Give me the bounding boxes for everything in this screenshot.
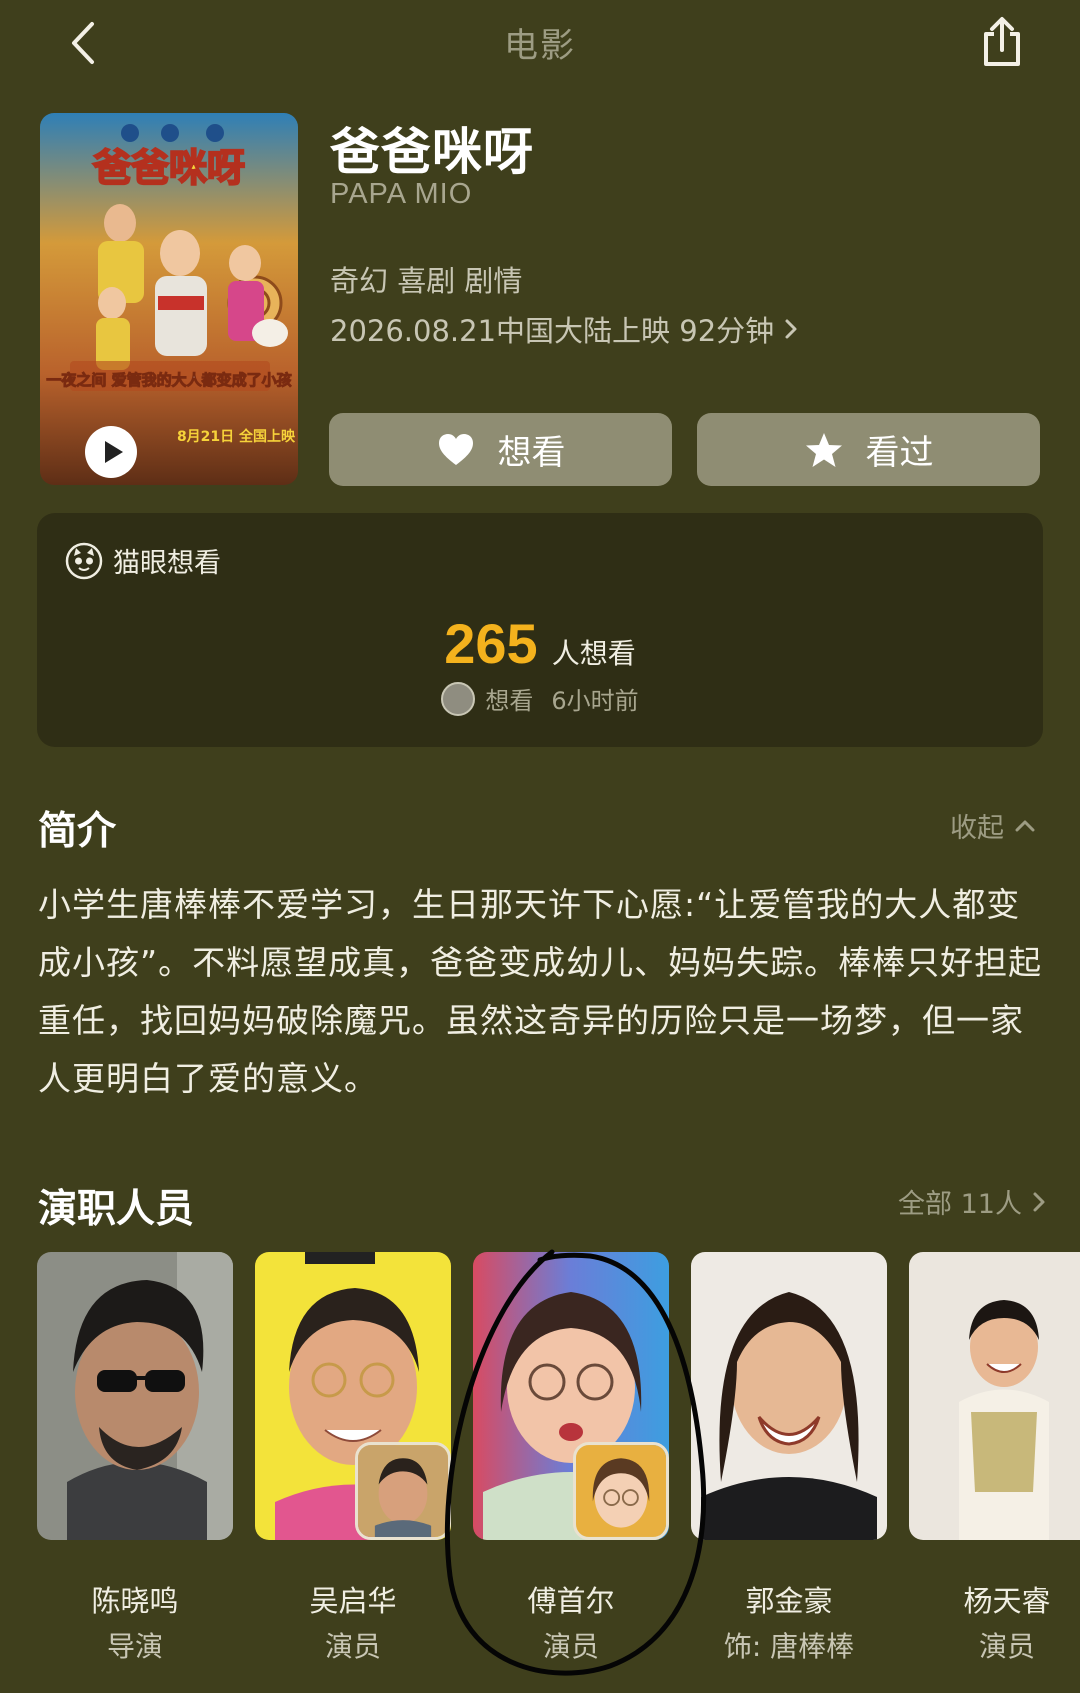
want-count: 265 (444, 612, 538, 675)
all-cast-label: 全部 11人 (898, 1189, 1022, 1220)
movie-original-title: PAPA MIO (330, 178, 473, 210)
chevron-right-icon (1033, 1192, 1045, 1211)
collapse-label: 收起 (950, 813, 1004, 844)
want-to-watch-label: 想看 (497, 433, 566, 473)
cast-portrait (691, 1252, 887, 1540)
maoyan-label: 猫眼想看 (113, 548, 221, 579)
all-cast-link[interactable]: 全部 11人 (898, 1182, 1050, 1221)
cast-name: 郭金豪 (745, 1584, 833, 1618)
card-header: 猫眼想看 (65, 541, 221, 580)
synopsis-text: 小学生唐棒棒不爱学习，生日那天许下心愿:“让爱管我的大人都变成小孩”。不料愿望成… (38, 885, 1043, 1098)
recent-time: 6小时前 (551, 687, 639, 715)
share-button[interactable] (974, 14, 1030, 70)
want-count-row: 265 人想看 (37, 611, 1043, 676)
chevron-up-icon (1015, 820, 1035, 831)
cast-name: 吴启华 (309, 1584, 397, 1618)
recent-label: 想看 (485, 687, 534, 715)
star-icon (805, 432, 842, 467)
release-info: 2026.08.21中国大陆上映 92分钟 (330, 314, 775, 348)
cast-photo[interactable] (37, 1252, 233, 1540)
cast-role: 饰: 唐棒棒 (723, 1630, 855, 1663)
page-title: 电影 (504, 26, 576, 66)
play-button[interactable] (84, 425, 138, 479)
poster-date: 8月21日 全国上映 (177, 428, 296, 445)
want-count-unit: 人想看 (551, 637, 636, 670)
poster-art: 爸爸咪呀 一夜之间 爱管我的大人都变成了小孩 8月21日 全国上映 (40, 113, 298, 485)
maoyan-want-card[interactable]: 猫眼想看 265 人想看 想看 6小时前 (37, 513, 1043, 747)
cast-role: 演员 (978, 1630, 1035, 1663)
cast-role: 演员 (324, 1630, 381, 1663)
play-icon (85, 426, 137, 478)
release-info-link[interactable]: 2026.08.21中国大陆上映 92分钟 (330, 308, 802, 350)
cast-role: 导演 (106, 1630, 163, 1663)
chevron-right-icon (785, 319, 797, 339)
movie-genres: 奇幻 喜剧 剧情 (330, 264, 523, 298)
maoyan-cat-icon (65, 542, 103, 579)
watched-button[interactable]: 看过 (697, 413, 1040, 486)
role-thumbnail (355, 1442, 451, 1540)
cast-portrait (37, 1252, 233, 1540)
cast-name: 陈晓鸣 (91, 1584, 179, 1618)
want-to-watch-button[interactable]: 想看 (329, 413, 672, 486)
cast-photo[interactable] (909, 1252, 1080, 1540)
cast-portrait (909, 1252, 1080, 1540)
movie-title: 爸爸咪呀 (330, 123, 534, 181)
recent-activity: 想看 6小时前 (37, 681, 1043, 716)
synopsis-heading: 简介 (38, 809, 117, 854)
cast-photo[interactable] (255, 1252, 451, 1540)
share-icon (984, 17, 1020, 66)
poster-title: 爸爸咪呀 (92, 146, 245, 190)
cast-heading: 演职人员 (38, 1187, 195, 1232)
movie-poster[interactable]: 爸爸咪呀 一夜之间 爱管我的大人都变成了小孩 8月21日 全国上映 (40, 113, 298, 485)
cast-photo[interactable] (691, 1252, 887, 1540)
cast-name: 杨天睿 (963, 1584, 1051, 1618)
annotation-circle (445, 1249, 707, 1676)
heart-icon (438, 433, 473, 465)
avatar (441, 681, 476, 716)
watched-label: 看过 (865, 433, 934, 473)
poster-tagline: 一夜之间 爱管我的大人都变成了小孩 (46, 371, 291, 389)
collapse-button[interactable]: 收起 (950, 806, 1036, 845)
